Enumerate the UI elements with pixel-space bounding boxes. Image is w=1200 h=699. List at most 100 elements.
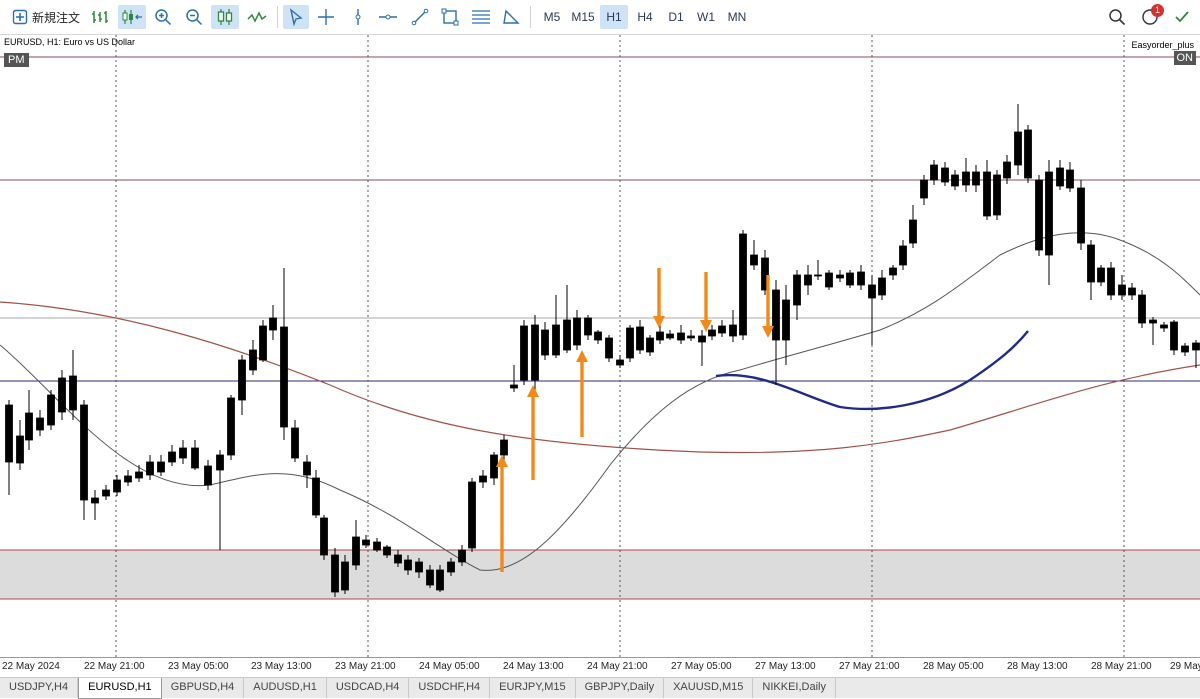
tab-gbpusd-h4[interactable]: GBPUSD,H4 <box>162 678 245 698</box>
tab-audusd-h1[interactable]: AUDUSD,H1 <box>244 678 327 698</box>
new-order-label: 新規注文 <box>31 10 80 25</box>
candle-body <box>91 497 99 504</box>
candle-body <box>291 427 299 459</box>
candle-body <box>259 325 267 361</box>
fibonacci-button[interactable] <box>469 5 493 29</box>
fibonacci-icon <box>472 10 490 24</box>
vertical-line-button[interactable] <box>346 5 370 29</box>
candle-body <box>47 394 55 426</box>
candlestick-button[interactable] <box>211 5 239 29</box>
candle-body <box>782 299 790 341</box>
shapes-button[interactable] <box>499 5 523 29</box>
candle-body <box>563 319 571 351</box>
candle-body <box>1056 167 1064 187</box>
timeframe-d1[interactable]: D1 <box>662 5 690 29</box>
time-label: 24 May 05:00 <box>419 661 480 672</box>
rectangle-button[interactable] <box>438 5 462 29</box>
timeframe-m15[interactable]: M15 <box>568 5 598 29</box>
trendline-button[interactable] <box>408 5 432 29</box>
candle-body <box>804 274 812 286</box>
tab-usdchf-h4[interactable]: USDCHF,H4 <box>409 678 491 698</box>
time-label: 24 May 21:00 <box>587 661 648 672</box>
zoom-out-button[interactable] <box>182 5 206 29</box>
time-label: 23 May 05:00 <box>168 661 229 672</box>
timeframe-m5[interactable]: M5 <box>538 5 566 29</box>
timeframe-h1[interactable]: H1 <box>600 5 628 29</box>
zoom-in-button[interactable] <box>151 5 175 29</box>
candle-body <box>468 481 476 549</box>
tab-eurusd-h1[interactable]: EURUSD,H1 <box>78 678 162 699</box>
crosshair-button[interactable] <box>314 5 338 29</box>
candle-body <box>708 329 716 337</box>
chart-area[interactable] <box>0 35 1200 657</box>
time-label: 28 May 05:00 <box>923 661 984 672</box>
symbol-tabs: USDJPY,H4 EURUSD,H1 GBPUSD,H4 AUDUSD,H1 … <box>0 677 1200 699</box>
shapes-icon <box>503 9 520 24</box>
candle-body <box>58 377 66 413</box>
candle-body <box>531 324 539 381</box>
up-arrow-head <box>527 385 539 397</box>
candle-body <box>510 384 518 389</box>
up-arrow-head <box>576 350 588 362</box>
candle-body <box>204 465 212 486</box>
trendline-icon <box>411 8 429 26</box>
tab-usdcad-h4[interactable]: USDCAD,H4 <box>327 678 410 698</box>
candle-body <box>857 271 865 286</box>
cursor-icon <box>289 8 303 26</box>
candle-body <box>750 254 758 266</box>
candle-body <box>383 546 391 556</box>
candle-body <box>36 417 44 431</box>
candle-body <box>135 471 143 479</box>
tab-usdjpy-h4[interactable]: USDJPY,H4 <box>0 678 79 698</box>
candle-body <box>1170 321 1178 351</box>
tab-gbpjpy-daily[interactable]: GBPJPY,Daily <box>576 678 665 698</box>
candle-body <box>1097 267 1105 283</box>
zoom-in-icon <box>155 9 172 26</box>
candle-body <box>352 536 360 566</box>
time-axis: 22 May 2024 22 May 21:00 23 May 05:00 23… <box>0 657 1200 677</box>
timeframe-w1[interactable]: W1 <box>692 5 720 29</box>
candle-body <box>626 327 634 359</box>
tab-eurjpy-m15[interactable]: EURJPY,M15 <box>490 678 576 698</box>
candlestick-icon <box>217 9 233 25</box>
crosshair-icon <box>318 9 334 25</box>
candle-body <box>146 461 154 476</box>
candle-body <box>836 274 844 279</box>
timeframe-h4[interactable]: H4 <box>631 5 659 29</box>
candle-body <box>1077 187 1085 244</box>
chart-bars-button[interactable] <box>88 5 112 29</box>
expert-advisor-label: Easyorder_plus <box>1131 40 1194 50</box>
signals-button[interactable] <box>1170 5 1194 29</box>
search-button[interactable] <box>1105 5 1129 29</box>
price-chart[interactable] <box>0 35 1200 657</box>
horizontal-line-button[interactable] <box>376 5 400 29</box>
candle-body <box>520 325 528 381</box>
candle-body <box>868 284 876 299</box>
candle-body <box>772 289 780 341</box>
zoom-out-icon <box>186 9 203 26</box>
tab-nikkei-daily[interactable]: NIKKEI,Daily <box>753 678 836 698</box>
line-chart-button[interactable] <box>244 5 270 29</box>
candle-body <box>479 475 487 483</box>
candle-body <box>605 337 613 359</box>
candle-body <box>1192 342 1200 351</box>
notification-badge: 1 <box>1151 4 1164 17</box>
candle-body <box>584 317 592 336</box>
horizontal-line-icon <box>379 14 397 20</box>
chart-candles-button[interactable] <box>118 5 146 29</box>
candle-body <box>426 569 434 586</box>
candle-body <box>573 317 581 346</box>
candle-body <box>249 349 257 371</box>
tab-xauusd-m15[interactable]: XAUUSD,M15 <box>664 678 754 698</box>
timeframe-mn[interactable]: MN <box>722 5 752 29</box>
cursor-button[interactable] <box>283 5 309 29</box>
signal-icon <box>1175 11 1189 23</box>
candle-body <box>447 561 455 573</box>
rectangle-icon <box>441 8 459 26</box>
candle-body <box>102 489 110 497</box>
candle-body <box>303 461 311 476</box>
time-label: 23 May 13:00 <box>251 661 312 672</box>
time-label: 28 May 21:00 <box>1091 661 1152 672</box>
candle-body <box>157 461 165 473</box>
new-order-button[interactable]: 新規注文 <box>8 5 84 29</box>
